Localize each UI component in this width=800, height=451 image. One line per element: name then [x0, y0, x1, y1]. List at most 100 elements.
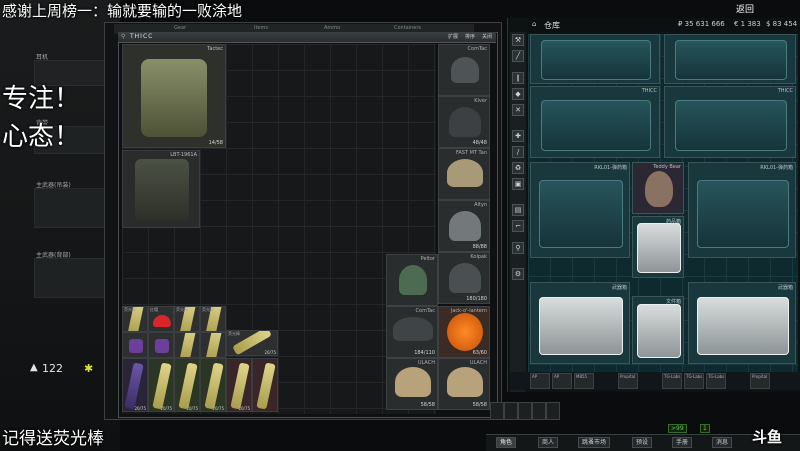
tab-containers[interactable]: Containers — [394, 25, 421, 31]
filter-armor-icon[interactable]: ◆ — [512, 88, 524, 100]
tab-items[interactable]: Items — [254, 25, 268, 31]
headset-icon — [451, 57, 479, 83]
filter-melee-icon[interactable]: ✕ — [512, 104, 524, 116]
stash-case-thicc-1[interactable]: THICC — [530, 86, 660, 158]
nav-traders[interactable]: 商人 — [538, 437, 559, 448]
item-count: 20/75 — [212, 406, 224, 411]
stash-case-medical[interactable]: 药品箱 — [632, 216, 684, 278]
filter-weapons-icon[interactable]: ╱ — [512, 50, 524, 62]
glowstick-stack[interactable]: 20/75 — [174, 358, 200, 412]
quick-slot[interactable] — [490, 402, 504, 420]
primary-weapon-sling-slot[interactable] — [34, 188, 106, 228]
stash-ammo-item[interactable]: TG-Labs — [662, 373, 682, 389]
small-item-purple[interactable] — [122, 332, 148, 358]
grid-item-helmet-tan[interactable]: FAST MT Tan — [438, 148, 490, 200]
stash-case-weapon-2[interactable]: 武器箱 — [688, 282, 796, 364]
grid-item-helmet-dark[interactable]: Kolpak 180/180 — [438, 252, 490, 304]
item-count: 20/75 — [264, 350, 276, 355]
grid-item-helmet-grey[interactable]: Altyn 88/88 — [438, 200, 490, 252]
item-label: FAST MT Tan — [455, 150, 487, 156]
stash-case-top-right[interactable] — [664, 34, 796, 84]
small-item-glowstick[interactable]: 荧光棒 — [122, 306, 148, 332]
stash-item-teddy-bear[interactable]: Teddy Bear — [632, 162, 684, 214]
container-titlebar[interactable]: ⚲ THICC 扩展 排序 关闭 — [118, 32, 496, 43]
stash-case-ammo-2[interactable]: RKL01-弹药箱 — [688, 162, 796, 258]
item-label: THICC — [641, 88, 657, 94]
return-button[interactable]: 返回 — [736, 2, 754, 15]
headset-icon — [399, 265, 427, 295]
glowstick-stack[interactable]: 20/75 — [148, 358, 174, 412]
item-count: 20/75 — [186, 406, 198, 411]
case-icon — [541, 99, 651, 151]
filter-ammo-icon[interactable]: ∥ — [512, 72, 524, 84]
grid-item-plate-carrier[interactable]: Tactec 14/58 — [122, 44, 226, 148]
small-item-glowstick[interactable] — [174, 332, 200, 358]
search-icon[interactable]: ⚲ — [121, 33, 125, 40]
grid-item-chest-rig[interactable]: LBT-1961A — [122, 150, 200, 228]
stash-ammo-item[interactable]: AP — [530, 373, 550, 389]
stash-case-thicc-2[interactable]: THICC — [664, 86, 796, 158]
nav-label: 跳蚤市场 — [582, 439, 607, 446]
glowstick-icon — [205, 333, 223, 357]
filter-tools-icon[interactable]: ⚒ — [512, 34, 524, 46]
stash-case-top-left[interactable] — [530, 34, 660, 84]
item-label: 武器箱 — [611, 285, 627, 291]
quick-slot[interactable] — [504, 402, 518, 420]
small-item-red-cap[interactable]: 红帽 — [148, 306, 174, 332]
small-item-purple[interactable] — [148, 332, 174, 358]
glowstick-stack[interactable]: 20/75 — [122, 358, 148, 412]
filter-info-icon[interactable]: ▣ — [512, 178, 524, 190]
quick-slot[interactable] — [546, 402, 560, 420]
glowstick-stack[interactable]: 20/75 — [226, 358, 252, 412]
expand-button[interactable]: 扩展 — [448, 33, 458, 40]
filter-keys-icon[interactable]: ⌐ — [512, 220, 524, 232]
grid-item-headset-dark[interactable]: ComTac 184/110 — [386, 306, 438, 358]
sort-button[interactable]: 排序 — [465, 33, 475, 40]
grid-item-headset-1[interactable]: ComTac — [438, 44, 490, 96]
stash-case-ammo-1[interactable]: RKL01-弹药箱 — [530, 162, 630, 258]
nav-handbook[interactable]: 手册 — [672, 437, 693, 448]
glowstick-icon — [152, 362, 172, 410]
grid-item-pumpkin[interactable]: Jack-o'-lantern 63/60 — [438, 306, 490, 358]
stash-ammo-item[interactable]: M855 — [574, 373, 594, 389]
small-item-glowstick[interactable]: 荧光棒 — [200, 306, 226, 332]
stash-case-document[interactable]: 文件箱 — [632, 296, 684, 364]
tab-gear[interactable]: Gear — [174, 25, 186, 31]
grid-item-helmet-ulach-2[interactable]: ULACH 58/58 — [438, 358, 490, 410]
item-label: Propital — [752, 374, 768, 379]
small-item-glowstick[interactable]: 荧光棒 — [174, 306, 200, 332]
level-badge: 1 — [700, 424, 710, 433]
stash-ammo-item[interactable]: TG-Labs — [684, 373, 704, 389]
filter-containers-icon[interactable]: ▤ — [512, 204, 524, 216]
quick-slot[interactable] — [532, 402, 546, 420]
filter-food-icon[interactable]: / — [512, 146, 524, 158]
grid-item-helmet-black[interactable]: Kiver 48/48 — [438, 96, 490, 148]
stash-ammo-item[interactable]: AP — [552, 373, 572, 389]
glowstick-stack[interactable]: 20/75 — [200, 358, 226, 412]
filter-sort-icon[interactable]: ⚙ — [512, 268, 524, 280]
primary-weapon-back-slot[interactable] — [34, 258, 106, 298]
filter-barter-icon[interactable]: ♻ — [512, 162, 524, 174]
glowstick-stack[interactable] — [252, 358, 278, 412]
small-item-glowstick[interactable] — [200, 332, 226, 358]
item-label: ComTac — [415, 308, 435, 314]
stash-case-weapon-1[interactable]: 武器箱 — [530, 282, 630, 364]
filter-medical-icon[interactable]: ✚ — [512, 130, 524, 142]
tab-ammo[interactable]: Ammo — [324, 25, 340, 31]
quick-slot[interactable] — [518, 402, 532, 420]
grid-item-headset-green[interactable]: Peltor — [386, 254, 438, 306]
glowstick-icon — [124, 362, 144, 410]
stash-ammo-item[interactable]: Propital — [750, 373, 770, 389]
nav-messages[interactable]: 消息 — [712, 437, 733, 448]
helmet-icon — [449, 211, 481, 241]
stash-ammo-item[interactable]: TG-Labs — [706, 373, 726, 389]
nav-character[interactable]: 角色 — [496, 437, 517, 448]
nav-flea-market[interactable]: 跳蚤市场 — [578, 437, 611, 448]
filter-search-icon[interactable]: ⚲ — [512, 242, 524, 254]
close-button[interactable]: 关闭 — [482, 33, 492, 40]
nav-presets[interactable]: 预设 — [632, 437, 653, 448]
cap-icon — [153, 315, 171, 327]
stash-ammo-item[interactable]: Propital — [618, 373, 638, 389]
small-item-glowstick-stack[interactable]: 荧光棒 20/75 — [226, 330, 278, 356]
grid-item-helmet-ulach-1[interactable]: ULACH 58/58 — [386, 358, 438, 410]
